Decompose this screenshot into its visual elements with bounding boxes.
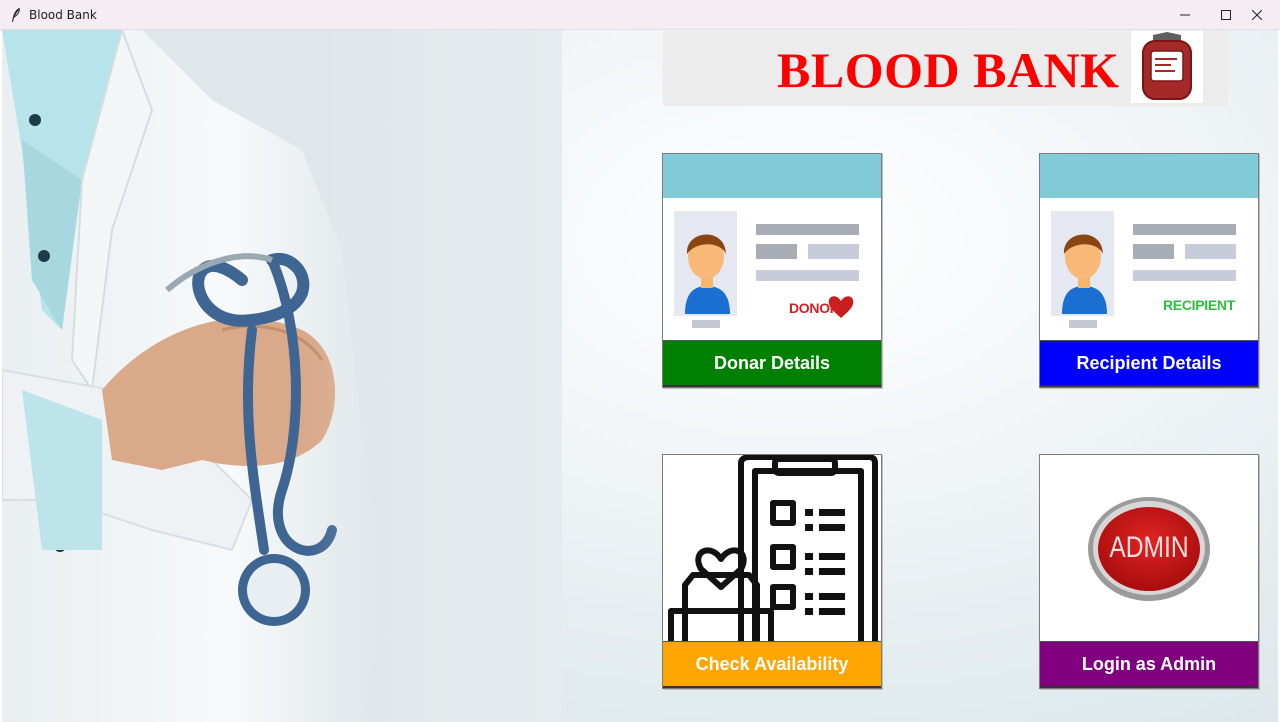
login-as-admin-button[interactable]: Login as Admin — [1040, 641, 1258, 688]
recipient-details-card[interactable]: RECIPIENT Recipient Details — [1039, 153, 1259, 388]
login-as-admin-label: Login as Admin — [1081, 653, 1217, 674]
blood-bag-icon — [1142, 32, 1192, 100]
admin-login-card[interactable]: ADMIN Login as Admin — [1039, 454, 1259, 689]
donor-id-card-image: DONOR — [663, 154, 881, 340]
check-availability-label: Check Availability — [695, 653, 849, 674]
close-button[interactable] — [1234, 0, 1280, 30]
close-icon — [1252, 10, 1262, 20]
recipient-details-label: Recipient Details — [1076, 352, 1222, 373]
donor-details-button[interactable]: Donar Details — [663, 340, 881, 387]
minimize-button[interactable] — [1162, 0, 1208, 30]
donor-details-label: Donar Details — [713, 352, 831, 373]
blood-bag-logo — [1131, 31, 1203, 103]
window-titlebar: Blood Bank — [0, 0, 1280, 30]
donor-badge: DONOR — [789, 300, 840, 316]
admin-badge: ADMIN — [1109, 531, 1189, 564]
admin-image: ADMIN — [1040, 455, 1258, 641]
header-banner: BLOOD BANK — [663, 31, 1228, 106]
check-availability-button[interactable]: Check Availability — [663, 641, 881, 688]
availability-image — [663, 455, 881, 641]
check-availability-card[interactable]: Check Availability — [662, 454, 882, 689]
recipient-id-card-image: RECIPIENT — [1040, 154, 1258, 340]
feather-app-icon — [12, 7, 20, 22]
window-title: Blood Bank — [29, 8, 97, 22]
donor-details-card[interactable]: DONOR Donar Details — [662, 153, 882, 388]
recipient-badge: RECIPIENT — [1163, 297, 1235, 313]
recipient-details-button[interactable]: Recipient Details — [1040, 340, 1258, 387]
minimize-icon — [1180, 14, 1190, 16]
doctor-background-image — [2, 30, 562, 722]
maximize-icon — [1221, 10, 1231, 20]
app-title: BLOOD BANK — [777, 42, 1120, 98]
donor-id-card-icon — [663, 154, 881, 340]
checklist-heart-icon — [663, 455, 881, 641]
main-canvas: BLOOD BANK DONOR Donar Details RECIPIENT… — [2, 30, 1278, 722]
